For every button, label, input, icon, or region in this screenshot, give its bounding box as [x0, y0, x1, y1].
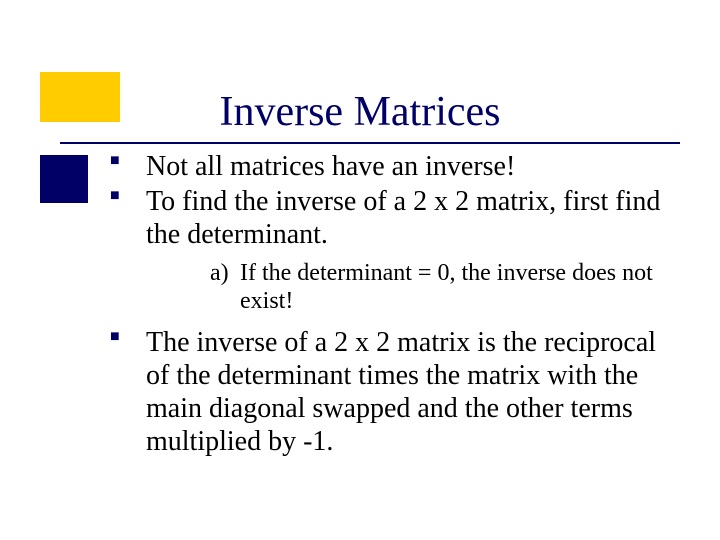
bullet-item: The inverse of a 2 x 2 matrix is the rec… [110, 326, 670, 458]
bullet-text: To find the inverse of a 2 x 2 matrix, f… [146, 186, 660, 250]
bullet-text: Not all matrices have an inverse! [146, 151, 515, 182]
bullet-list: Not all matrices have an inverse! To fin… [110, 150, 670, 458]
sub-marker: a) [210, 259, 240, 316]
slide-title: Inverse Matrices [0, 88, 720, 136]
slide-content: Not all matrices have an inverse! To fin… [110, 150, 670, 460]
sub-list: a) If the determinant = 0, the inverse d… [210, 259, 670, 316]
sub-text: If the determinant = 0, the inverse does… [240, 259, 670, 316]
title-underline [60, 142, 680, 144]
bullet-item: Not all matrices have an inverse! [110, 150, 670, 183]
sub-item: a) If the determinant = 0, the inverse d… [210, 259, 670, 316]
bullet-item: To find the inverse of a 2 x 2 matrix, f… [110, 185, 670, 316]
bullet-text: The inverse of a 2 x 2 matrix is the rec… [146, 327, 656, 457]
decor-navy-box [40, 155, 88, 203]
